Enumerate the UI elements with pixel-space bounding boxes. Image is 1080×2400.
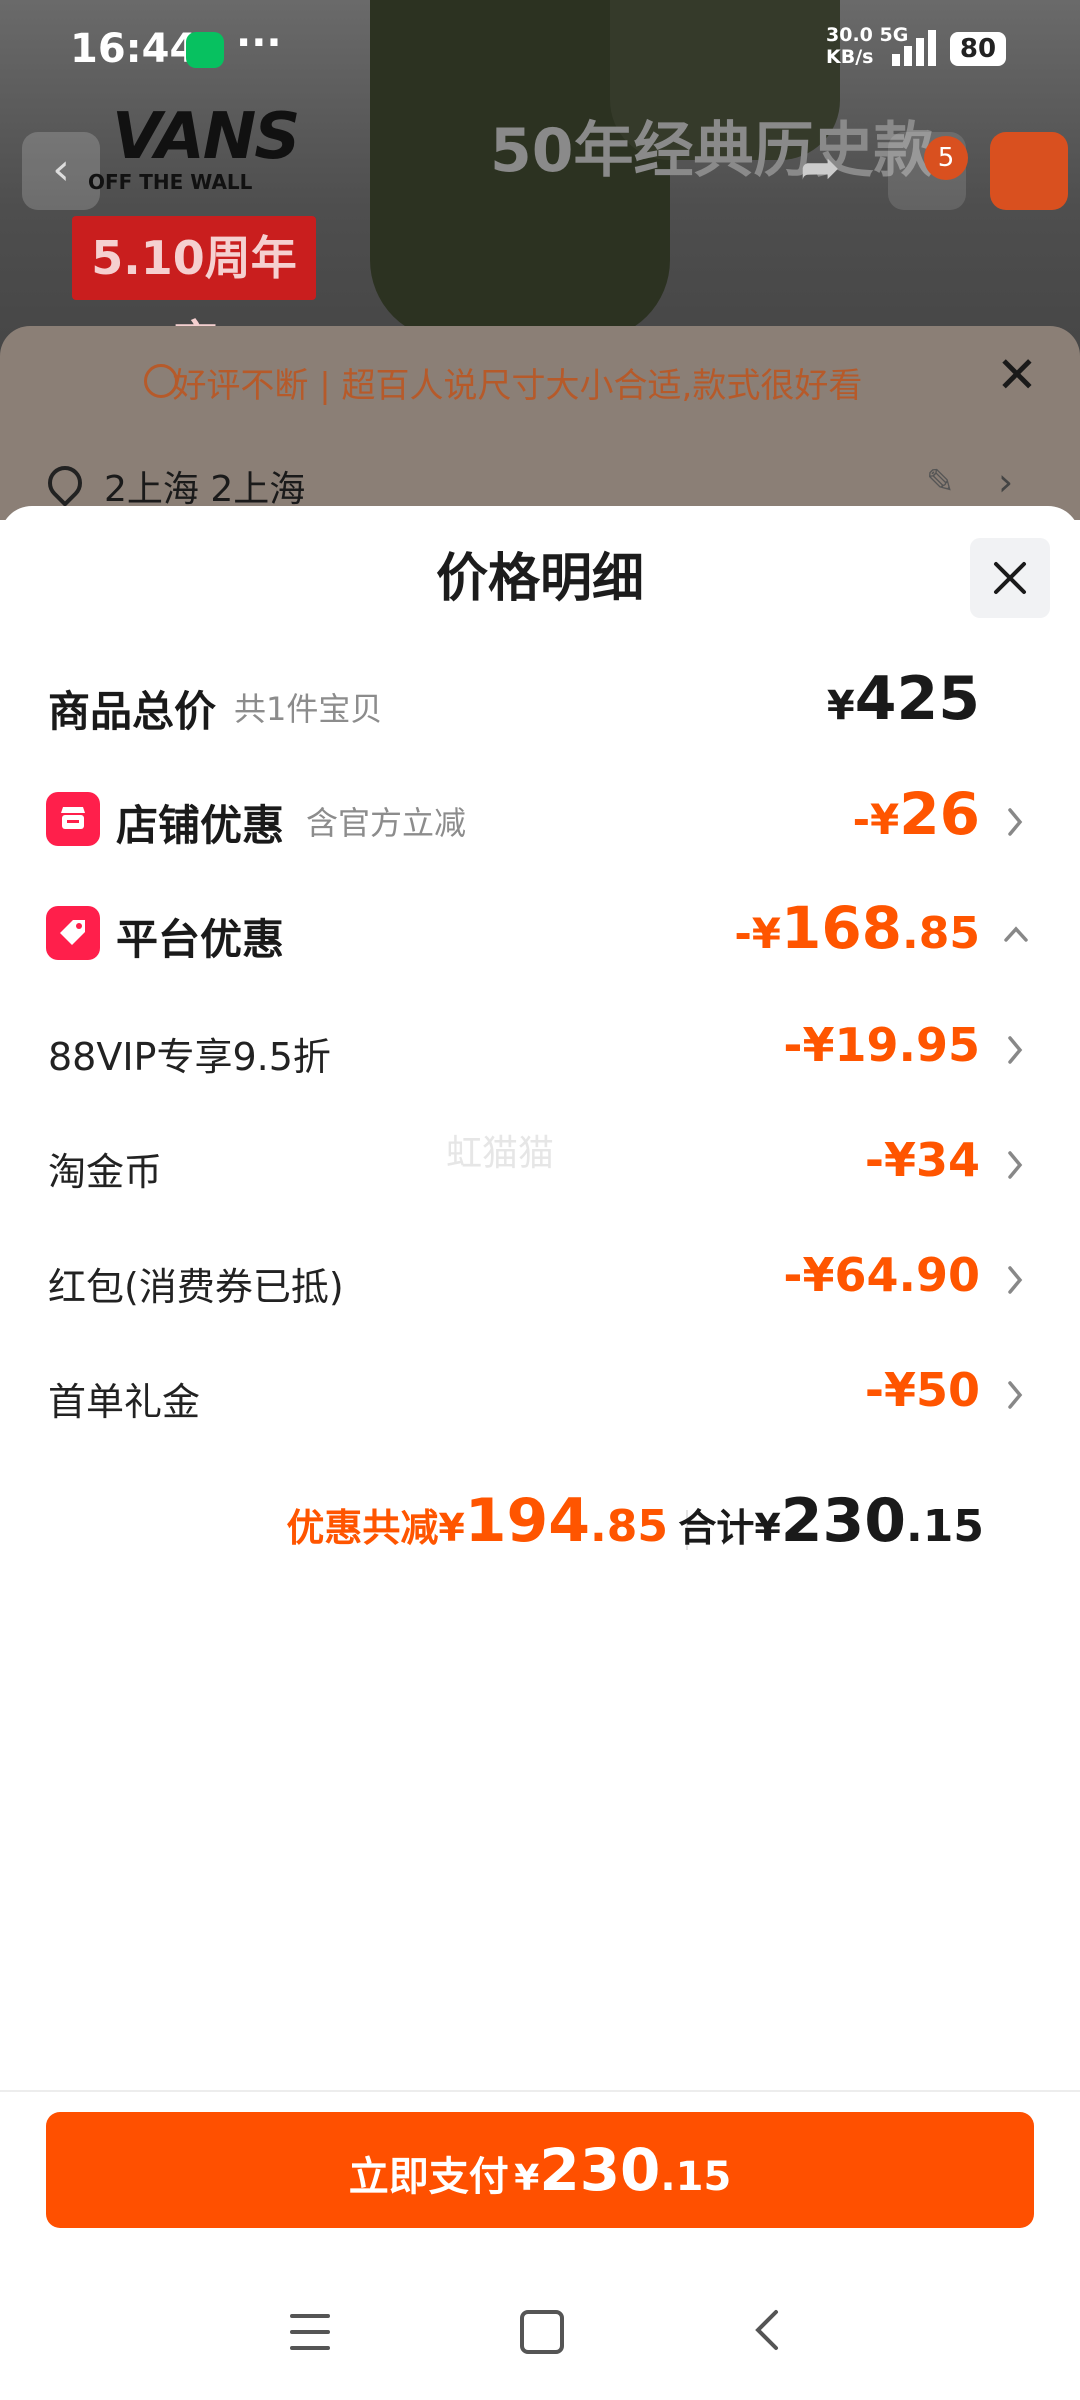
back-icon[interactable] bbox=[752, 2308, 782, 2352]
row-first-order-gift[interactable]: 首单礼金 -¥50 bbox=[0, 1343, 1080, 1443]
system-nav-bar bbox=[0, 2280, 1080, 2400]
status-bar: 16:44 ··· 30.0 5G KB/s 80 bbox=[0, 0, 1080, 100]
row-red-packet[interactable]: 红包(消费券已抵) -¥64.90 bbox=[0, 1228, 1080, 1328]
shop-discount-label: 店铺优惠 bbox=[116, 801, 285, 850]
status-time: 16:44 bbox=[70, 26, 198, 72]
product-headline: 50年经典历史款 bbox=[490, 116, 934, 186]
row-goods-total: 商品总价 共1件宝贝 ¥425 bbox=[0, 660, 1080, 760]
chevron-right-icon bbox=[1008, 1151, 1023, 1179]
taojinbi-label: 淘金币 bbox=[48, 1150, 163, 1194]
status-more-dots: ··· bbox=[236, 20, 282, 66]
row-platform-discount[interactable]: 平台优惠 -¥168.85 bbox=[0, 884, 1080, 984]
88vip-label: 88VIP专享9.5折 bbox=[48, 1035, 331, 1079]
pay-now-button[interactable]: 立即支付 ¥230.15 bbox=[46, 2112, 1034, 2228]
total-dec: .15 bbox=[906, 1501, 984, 1552]
sheet-title: 价格明细 bbox=[435, 549, 644, 609]
currency: ¥ bbox=[438, 1506, 465, 1550]
88vip-amount: -¥19.95 bbox=[783, 1018, 980, 1072]
shop-discount-amount: -¥26 bbox=[853, 780, 980, 848]
savings-dec: .85 bbox=[590, 1501, 668, 1552]
platform-discount-label: 平台优惠 bbox=[116, 915, 285, 964]
battery-icon: 80 bbox=[950, 32, 1006, 66]
chevron-right-icon bbox=[1008, 1266, 1023, 1294]
savings-int: 194 bbox=[464, 1486, 591, 1556]
signal-icon bbox=[892, 30, 938, 66]
row-88vip[interactable]: 88VIP专享9.5折 -¥19.95 bbox=[0, 998, 1080, 1098]
price-summary: 优惠共减¥194.85 合计¥230.15 bbox=[0, 1486, 1080, 1566]
pay-now-content: 立即支付 ¥230.15 bbox=[46, 2136, 1034, 2204]
savings-label: 优惠共减 bbox=[286, 1506, 439, 1550]
brand-logo-sub: OFF THE WALL bbox=[88, 170, 253, 194]
review-text: 好评不断 | 超百人说尺寸大小合适,款式很好看 bbox=[172, 366, 863, 406]
close-icon bbox=[994, 562, 1026, 594]
wechat-icon bbox=[186, 32, 224, 68]
red-packet-label: 红包(消费券已抵) bbox=[48, 1265, 344, 1309]
address-text[interactable]: 2上海 2上海 bbox=[104, 460, 305, 512]
promo-badge: 5.10周年庆 bbox=[72, 216, 316, 369]
amount-int: 26 bbox=[899, 780, 980, 848]
amount-int: 168 bbox=[780, 894, 903, 962]
chevron-right-icon bbox=[1008, 808, 1023, 836]
pay-now-label: 立即支付 bbox=[348, 2154, 509, 2200]
currency: -¥ bbox=[734, 909, 781, 958]
goods-total-amount: ¥425 bbox=[827, 664, 980, 734]
close-icon[interactable]: ✕ bbox=[996, 346, 1038, 404]
more-menu-button[interactable] bbox=[990, 132, 1068, 210]
shop-icon bbox=[46, 792, 100, 846]
currency: -¥ bbox=[852, 795, 900, 844]
goods-total-label: 商品总价 bbox=[48, 687, 217, 736]
total-label: 合计 bbox=[678, 1506, 755, 1550]
edit-pencil-icon[interactable]: ✎ bbox=[926, 462, 955, 502]
currency: ¥ bbox=[754, 1506, 781, 1550]
amount-int: 425 bbox=[854, 664, 980, 734]
goods-count: 共1件宝贝 bbox=[234, 690, 383, 728]
watermark: 虹猫猫 bbox=[446, 1133, 555, 1174]
first-order-gift-label: 首单礼金 bbox=[48, 1380, 201, 1424]
menu-icon[interactable] bbox=[290, 2314, 330, 2350]
chevron-right-icon bbox=[1008, 1036, 1023, 1064]
grand-total: 合计¥230.15 bbox=[678, 1486, 984, 1556]
platform-discount-amount: -¥168.85 bbox=[734, 894, 980, 962]
taojinbi-amount: -¥34 bbox=[864, 1133, 980, 1187]
amount-dec: .85 bbox=[902, 908, 980, 959]
shop-discount-note: 含官方立减 bbox=[306, 804, 467, 842]
total-savings: 优惠共减¥194.85 bbox=[286, 1486, 668, 1556]
red-packet-amount: -¥64.90 bbox=[783, 1248, 980, 1302]
currency: ¥ bbox=[514, 2158, 540, 2199]
footer-divider bbox=[0, 2090, 1080, 2092]
first-order-gift-amount: -¥50 bbox=[864, 1363, 980, 1417]
coupon-tag-icon bbox=[46, 906, 100, 960]
home-icon[interactable] bbox=[520, 2310, 564, 2354]
product-page-background: 16:44 ··· 30.0 5G KB/s 80 ‹ VANS OFF THE … bbox=[0, 0, 1080, 520]
review-banner: 好评不断 | 超百人说尺寸大小合适,款式很好看 bbox=[140, 358, 862, 407]
close-button[interactable] bbox=[970, 538, 1050, 618]
chevron-up-icon bbox=[1004, 926, 1028, 942]
pay-amount-dec: .15 bbox=[660, 2154, 732, 2200]
currency: ¥ bbox=[826, 683, 855, 729]
chevron-right-icon[interactable]: › bbox=[998, 460, 1013, 504]
row-shop-discount[interactable]: 店铺优惠 含官方立减 -¥26 bbox=[0, 770, 1080, 870]
share-icon[interactable]: ➦ bbox=[800, 140, 840, 196]
chevron-right-icon bbox=[1008, 1381, 1023, 1409]
total-int: 230 bbox=[780, 1486, 907, 1556]
cart-badge: 5 bbox=[924, 136, 968, 180]
brand-logo: VANS bbox=[112, 100, 300, 174]
pay-amount-int: 230 bbox=[539, 2136, 661, 2204]
